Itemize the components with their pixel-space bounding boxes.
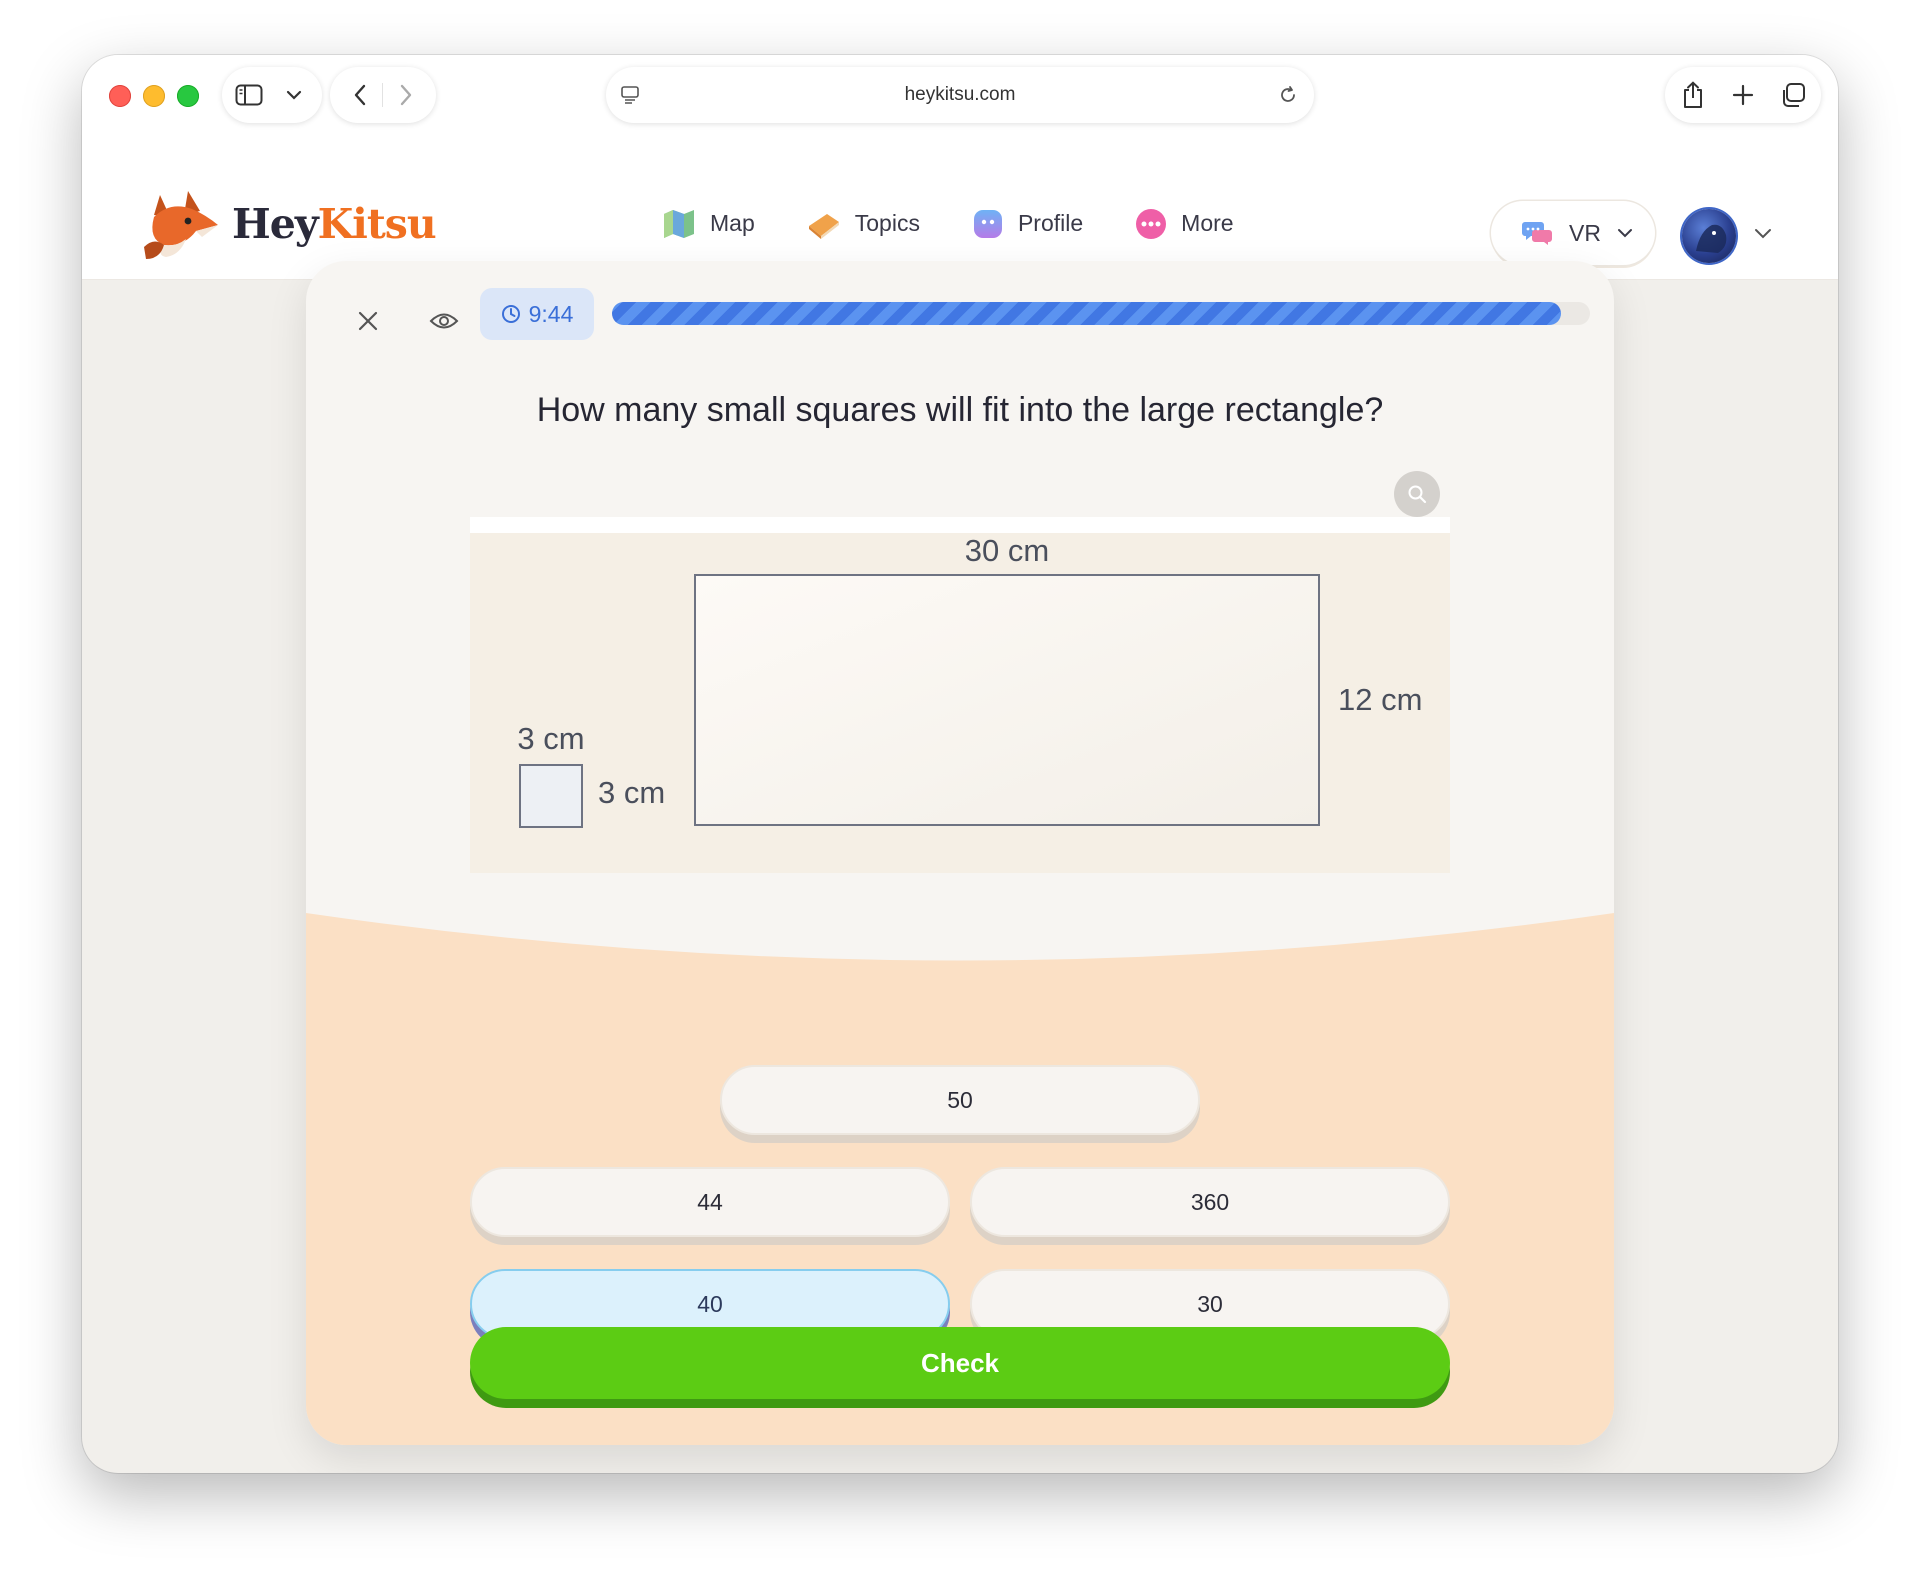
tabs-overview-icon[interactable]: [1777, 79, 1809, 111]
tab-actions: [1665, 67, 1821, 123]
avatar-image: [1696, 224, 1727, 253]
zoom-window-button[interactable]: [177, 85, 199, 107]
minimize-window-button[interactable]: [143, 85, 165, 107]
chat-bubbles-icon: [1522, 222, 1552, 245]
small-height-label: 3 cm: [598, 775, 665, 810]
logo-kitsu-text: Kitsu: [317, 200, 437, 248]
heykitsu-logo[interactable]: HeyKitsu: [140, 187, 437, 261]
quiz-card: 9:44 How many small squares will fit int…: [306, 261, 1614, 1445]
chevron-down-icon[interactable]: [282, 83, 306, 107]
clock-icon: [501, 305, 520, 323]
map-icon: [664, 209, 694, 238]
close-window-button[interactable]: [109, 85, 131, 107]
timer-badge: 9:44: [480, 288, 594, 340]
search-icon: [1408, 485, 1427, 504]
browser-window: heykitsu.com HeyKitsu Map Topics Profile…: [82, 55, 1838, 1473]
nav-item-profile[interactable]: Profile: [972, 208, 1083, 240]
progress-fill: [612, 302, 1561, 325]
logo-hey-text: Hey: [232, 200, 319, 248]
sidebar-toggle-icon[interactable]: [234, 81, 264, 109]
chevron-down-icon: [1617, 229, 1632, 238]
address-bar[interactable]: heykitsu.com: [606, 67, 1314, 123]
book-icon: [808, 213, 839, 239]
question-figure: 30 cm 12 cm 3 cm 3 cm: [470, 517, 1450, 873]
close-icon: [358, 311, 378, 331]
nav-label-profile: Profile: [1017, 210, 1084, 236]
nav-item-topics[interactable]: Topics: [807, 208, 920, 240]
small-width-label: 3 cm: [517, 721, 584, 756]
nav-label-map: Map: [710, 210, 755, 236]
account-menu-chevron-icon[interactable]: [1754, 225, 1772, 244]
toggle-visibility-button[interactable]: [416, 297, 472, 345]
navigation-control: [330, 67, 436, 123]
question-text: How many small squares will fit into the…: [536, 391, 1384, 429]
nav-item-map[interactable]: Map: [662, 208, 755, 240]
language-selector[interactable]: VR: [1491, 201, 1655, 265]
large-height-label: 12 cm: [1338, 682, 1422, 717]
browser-toolbar: heykitsu.com: [82, 55, 1838, 167]
nav-label-topics: Topics: [854, 210, 920, 236]
more-icon: [1136, 208, 1167, 239]
answer-option[interactable]: 50: [720, 1065, 1200, 1135]
new-tab-icon[interactable]: [1727, 79, 1759, 111]
sidebar-control: [222, 67, 322, 123]
large-width-label: 30 cm: [965, 533, 1049, 568]
profile-icon: [973, 209, 1002, 238]
zoom-figure-button[interactable]: [1394, 471, 1440, 517]
user-avatar[interactable]: [1682, 209, 1736, 263]
progress-bar: [612, 302, 1590, 325]
answer-option[interactable]: 44: [470, 1167, 950, 1237]
timer-text: 9:44: [528, 300, 574, 327]
check-button[interactable]: Check: [470, 1327, 1450, 1399]
url-text: heykitsu.com: [904, 84, 1016, 105]
nav-item-more[interactable]: More: [1135, 208, 1234, 240]
eye-icon: [429, 313, 459, 329]
reload-icon[interactable]: [1274, 81, 1302, 109]
language-label: VR: [1569, 219, 1601, 246]
fox-mascot-icon: [144, 191, 218, 259]
back-icon[interactable]: [346, 81, 374, 109]
share-icon[interactable]: [1677, 79, 1709, 111]
forward-icon[interactable]: [392, 81, 420, 109]
large-rectangle: [694, 574, 1320, 826]
nav-label-more: More: [1181, 210, 1234, 236]
answer-option[interactable]: 360: [970, 1167, 1450, 1237]
small-square: [519, 764, 583, 828]
close-quiz-button[interactable]: [344, 297, 392, 345]
